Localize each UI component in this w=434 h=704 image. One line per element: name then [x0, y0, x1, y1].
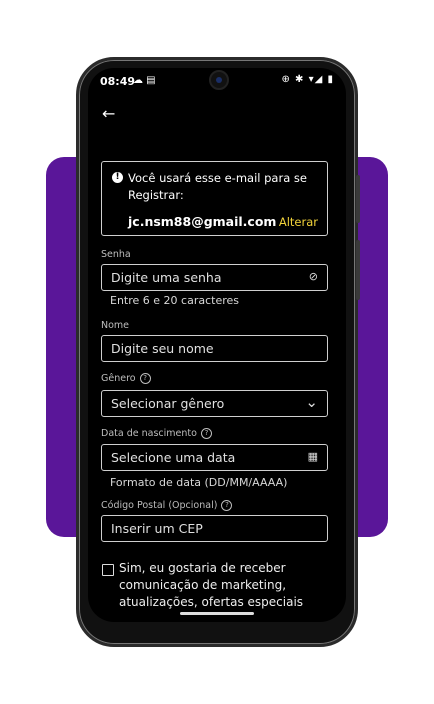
postal-label-text: Código Postal (Opcional) — [101, 500, 218, 511]
status-time: 08:49 — [100, 75, 136, 88]
password-label: Senha — [101, 249, 131, 260]
info-icon: ! — [112, 172, 123, 183]
name-label: Nome — [101, 320, 130, 331]
birthdate-hint: Formato de data (DD/MM/AAAA) — [110, 476, 288, 489]
email-info-box: ! Você usará esse e-mail para se Registr… — [101, 161, 328, 236]
registered-email: jc.nsm88@gmail.com — [128, 214, 277, 229]
birthdate-placeholder: Selecione uma data — [111, 450, 236, 465]
gender-label-text: Gênero — [101, 373, 136, 384]
phone-volume-button — [356, 175, 360, 223]
eye-off-icon[interactable]: ⊘ — [309, 270, 318, 283]
birthdate-help-icon[interactable]: ? — [200, 428, 212, 439]
back-arrow-icon[interactable]: ← — [102, 104, 115, 123]
birthdate-label: Data de nascimento? — [101, 428, 212, 439]
marketing-consent-text[interactable]: Sim, eu gostaria de receber comunicação … — [119, 560, 309, 611]
marketing-checkbox[interactable] — [102, 564, 114, 576]
chevron-down-icon: ⌄ — [305, 393, 318, 411]
birthdate-label-text: Data de nascimento — [101, 428, 197, 439]
calendar-icon[interactable]: ▦ — [308, 450, 318, 463]
gender-label: Gênero? — [101, 373, 151, 384]
phone-screen: 08:49 ☁ ▤ ⊕ ✱ ▾◢ ▮ ← ! Você usará esse e… — [88, 68, 346, 622]
password-placeholder: Digite uma senha — [111, 270, 222, 285]
front-camera — [209, 70, 229, 90]
postal-code-field[interactable]: Inserir um CEP — [101, 515, 328, 542]
name-field[interactable]: Digite seu nome — [101, 335, 328, 362]
gender-selected-value: Selecionar gênero — [111, 396, 225, 411]
password-hint: Entre 6 e 20 caracteres — [110, 294, 239, 307]
system-status-icons: ⊕ ✱ ▾◢ ▮ — [281, 74, 334, 85]
postal-help-icon[interactable]: ? — [221, 500, 233, 511]
postal-label: Código Postal (Opcional)? — [101, 500, 233, 511]
name-placeholder: Digite seu nome — [111, 341, 214, 356]
birthdate-field[interactable]: Selecione uma data ▦ — [101, 444, 328, 471]
gender-select[interactable]: Selecionar gênero ⌄ — [101, 390, 328, 417]
change-email-link[interactable]: Alterar — [279, 215, 318, 229]
notification-icons: ☁ ▤ — [133, 75, 156, 86]
home-indicator[interactable] — [180, 612, 254, 615]
info-message: Você usará esse e-mail para se Registrar… — [128, 171, 307, 202]
phone-power-button — [356, 240, 360, 300]
postal-placeholder: Inserir um CEP — [111, 521, 203, 536]
password-field[interactable]: Digite uma senha ⊘ — [101, 264, 328, 291]
gender-help-icon[interactable]: ? — [139, 373, 151, 384]
